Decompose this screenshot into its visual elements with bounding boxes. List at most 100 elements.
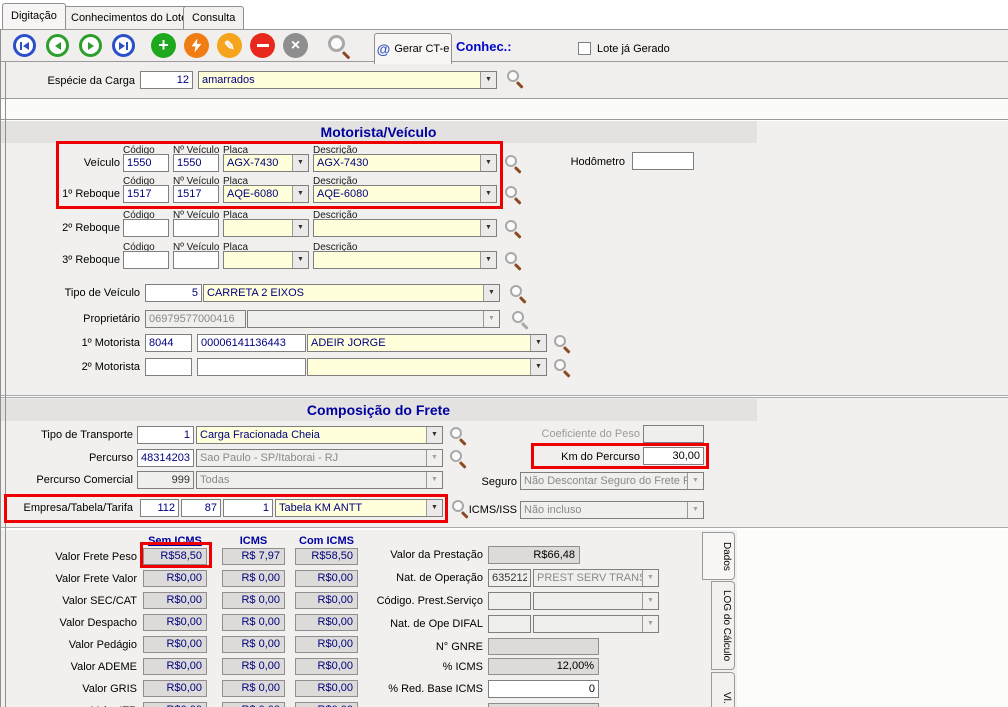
- chevron-down-icon[interactable]: ▼: [480, 252, 496, 268]
- reboque1-placa-combo[interactable]: AQE-6080▼: [223, 185, 309, 203]
- search-icon[interactable]: [450, 427, 470, 447]
- cod-prest-servico-code-input: [488, 592, 531, 610]
- chevron-down-icon[interactable]: ▼: [426, 427, 442, 443]
- proprietario-code-input: [145, 310, 246, 328]
- chevron-down-icon[interactable]: ▼: [292, 220, 308, 236]
- especie-code-input[interactable]: [140, 71, 193, 89]
- motorista1-nome-combo[interactable]: ADEIR JORGE▼: [307, 334, 547, 352]
- motorista2-nome-combo[interactable]: ▼: [307, 358, 547, 376]
- reboque1-label: 1º Reboque: [20, 188, 120, 200]
- chevron-down-icon[interactable]: ▼: [292, 186, 308, 202]
- valor-com-icms: R$0,00: [295, 702, 358, 707]
- percurso-code-input[interactable]: [137, 449, 194, 467]
- motorista1-code-input[interactable]: [145, 334, 192, 352]
- motorista1-doc-input[interactable]: [197, 334, 306, 352]
- valor-icms: R$ 0,00: [222, 658, 285, 675]
- search-icon[interactable]: [505, 155, 525, 175]
- tipo-transporte-code-input[interactable]: [137, 426, 194, 444]
- veiculo-numero-input[interactable]: [173, 154, 219, 172]
- chevron-down-icon[interactable]: ▼: [530, 359, 546, 375]
- valor-icms: R$ 0,00: [222, 592, 285, 609]
- reboque3-descricao-combo[interactable]: ▼: [313, 251, 497, 269]
- reboque2-placa-combo[interactable]: ▼: [223, 219, 309, 237]
- tarifa-input[interactable]: [223, 499, 273, 517]
- next-record-icon: [88, 42, 94, 50]
- search-icon[interactable]: [505, 252, 525, 272]
- tab-digitacao[interactable]: Digitação: [2, 3, 66, 29]
- valor-icms: R$ 7,97: [222, 548, 285, 565]
- search-icon[interactable]: [450, 450, 470, 470]
- search-icon[interactable]: [510, 285, 530, 305]
- tipo-veiculo-combo[interactable]: CARRETA 2 EIXOS▼: [203, 284, 500, 302]
- first-record-button[interactable]: [13, 34, 36, 57]
- side-tab-dados[interactable]: Dados: [702, 532, 735, 580]
- hodometro-input[interactable]: [632, 152, 694, 170]
- especie-label: Espécie da Carga: [10, 75, 135, 87]
- reboque2-numero-input[interactable]: [173, 219, 219, 237]
- motorista2-label: 2º Motorista: [20, 361, 140, 373]
- side-tab-log-do-calculo[interactable]: LOG do Cálculo: [711, 581, 735, 670]
- icms-iss-label: ICMS/ISS: [417, 504, 517, 516]
- search-icon[interactable]: [328, 35, 354, 61]
- search-icon[interactable]: [505, 220, 525, 240]
- tipo-veiculo-code-input[interactable]: [145, 284, 202, 302]
- search-icon[interactable]: [507, 70, 527, 90]
- col-header-com-icms: Com ICMS: [295, 535, 358, 547]
- search-icon[interactable]: [554, 335, 574, 355]
- chevron-down-icon[interactable]: ▼: [480, 220, 496, 236]
- chevron-down-icon[interactable]: ▼: [292, 252, 308, 268]
- reboque3-placa-combo[interactable]: ▼: [223, 251, 309, 269]
- km-percurso-input[interactable]: [643, 447, 704, 465]
- gerar-cte-button[interactable]: @ Gerar CT-e: [374, 33, 452, 64]
- col-header-icms: ICMS: [222, 535, 285, 547]
- tab-conhecimentos-do-lote[interactable]: Conhecimentos do Lote: [62, 6, 196, 29]
- last-record-button[interactable]: [112, 34, 135, 57]
- section-composicao-frete: Composição do Frete Tipo de Transporte C…: [0, 397, 1008, 528]
- prev-record-button[interactable]: [46, 34, 69, 57]
- chevron-down-icon[interactable]: ▼: [480, 72, 496, 88]
- reboque3-numero-input[interactable]: [173, 251, 219, 269]
- especie-combo[interactable]: amarrados▼: [198, 71, 497, 89]
- reboque3-codigo-input[interactable]: [123, 251, 169, 269]
- valor-com-icms: R$0,00: [295, 636, 358, 653]
- delete-button[interactable]: [250, 33, 275, 58]
- side-tab-vl-cal[interactable]: Vl. Cal: [711, 672, 735, 707]
- search-icon[interactable]: [554, 359, 574, 379]
- post-button[interactable]: [184, 33, 209, 58]
- add-button[interactable]: +: [151, 33, 176, 58]
- tab-consulta[interactable]: Consulta: [183, 6, 244, 29]
- cod-prest-servico-combo: ▼: [533, 592, 659, 610]
- nat-operacao-combo: PREST SERV TRANSI▼: [533, 569, 659, 587]
- veiculo-descricao-combo[interactable]: AGX-7430▼: [313, 154, 497, 172]
- reboque1-codigo-input[interactable]: [123, 185, 169, 203]
- lote-ja-gerado-checkbox[interactable]: [578, 42, 591, 55]
- search-icon[interactable]: [505, 186, 525, 206]
- cancel-button[interactable]: ×: [283, 33, 308, 58]
- chevron-down-icon[interactable]: ▼: [292, 155, 308, 171]
- chevron-down-icon[interactable]: ▼: [483, 285, 499, 301]
- reboque2-descricao-combo[interactable]: ▼: [313, 219, 497, 237]
- perc-red-base-icms-input[interactable]: [488, 680, 599, 698]
- reboque2-codigo-input[interactable]: [123, 219, 169, 237]
- motorista2-doc-input[interactable]: [197, 358, 306, 376]
- chevron-down-icon[interactable]: ▼: [480, 155, 496, 171]
- tabela-input[interactable]: [181, 499, 221, 517]
- chevron-down-icon[interactable]: ▼: [530, 335, 546, 351]
- edit-button[interactable]: ✎: [217, 33, 242, 58]
- motorista2-code-input[interactable]: [145, 358, 192, 376]
- reboque1-numero-input[interactable]: [173, 185, 219, 203]
- add-icon: +: [158, 35, 169, 56]
- valor-icms: R$ 0,00: [222, 570, 285, 587]
- valor-row-label: Valor SEC/CAT: [0, 595, 137, 607]
- next-record-button[interactable]: [79, 34, 102, 57]
- empresa-input[interactable]: [140, 499, 179, 517]
- empresa-tabela-tarifa-label: Empresa/Tabela/Tarifa: [5, 502, 133, 514]
- veiculo-placa-combo[interactable]: AGX-7430▼: [223, 154, 309, 172]
- veiculo-codigo-input[interactable]: [123, 154, 169, 172]
- reboque1-descricao-combo[interactable]: AQE-6080▼: [313, 185, 497, 203]
- valor-sem-icms: R$0,00: [143, 592, 207, 609]
- tipo-transporte-combo[interactable]: Carga Fracionada Cheia▼: [196, 426, 443, 444]
- percurso-comercial-code-input: [137, 471, 194, 489]
- valor-row-label: Valor Despacho: [0, 617, 137, 629]
- chevron-down-icon[interactable]: ▼: [480, 186, 496, 202]
